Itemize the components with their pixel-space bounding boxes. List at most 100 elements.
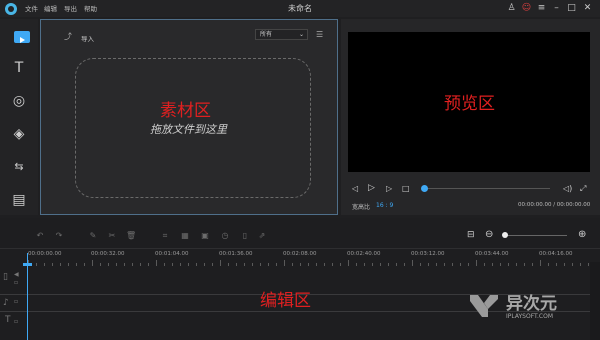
sidebar-item-elements[interactable]: ▤	[9, 192, 29, 208]
sidebar	[0, 19, 38, 215]
track-audio-icon[interactable]: ◀	[14, 271, 19, 278]
ruler-label: 00:03:12.00	[411, 251, 445, 257]
ruler-label: 00:00:32.00	[91, 251, 125, 257]
feedback-icon[interactable]: ☺	[520, 2, 533, 15]
ruler-tick	[548, 263, 549, 266]
stop-icon[interactable]: □	[402, 184, 410, 193]
maximize-icon[interactable]: □	[565, 2, 578, 15]
menu-icon[interactable]: ≡	[535, 2, 548, 15]
text-icon: T	[14, 60, 24, 76]
detach-icon[interactable]: ▯	[240, 231, 250, 241]
playhead-handle[interactable]	[23, 263, 32, 266]
ruler-label: 00:02:40.00	[347, 251, 381, 257]
preview-progress-handle[interactable]	[421, 185, 428, 192]
close-icon[interactable]: ✕	[581, 2, 594, 15]
ruler-tick	[332, 263, 333, 266]
zoom-handle[interactable]	[502, 232, 508, 238]
sidebar-item-filters[interactable]: ◎	[9, 93, 29, 109]
ruler-tick	[36, 263, 37, 266]
track-lock-icon[interactable]: ▫	[14, 298, 18, 305]
ruler-tick	[68, 263, 69, 266]
ruler-tick	[100, 263, 101, 266]
sidebar-item-text[interactable]: T	[9, 60, 29, 76]
list-view-icon[interactable]: ☰	[316, 30, 323, 39]
ruler-tick	[476, 260, 477, 266]
ruler-tick	[52, 263, 53, 266]
export-icon[interactable]: ⇗	[257, 231, 267, 241]
prev-frame-icon[interactable]: ◁	[352, 184, 358, 193]
ruler-tick	[44, 263, 45, 266]
edit-icon[interactable]: ✎	[88, 231, 98, 241]
preview-progress-track[interactable]	[425, 188, 550, 189]
ruler-tick	[300, 263, 301, 266]
ruler-tick	[260, 263, 261, 266]
speed-icon[interactable]: ◷	[220, 231, 230, 241]
ruler-tick	[556, 263, 557, 266]
import-icon[interactable]: ⤴	[64, 31, 72, 42]
preview-area-label: 预览区	[444, 94, 495, 114]
ruler-tick	[460, 263, 461, 266]
ruler-tick	[532, 263, 533, 266]
volume-icon[interactable]: ◁)	[563, 184, 572, 193]
ruler-tick	[340, 263, 341, 266]
ruler-tick	[108, 263, 109, 266]
crop-icon[interactable]: ⌗	[160, 231, 170, 241]
freeze-icon[interactable]: ▣	[200, 231, 210, 241]
redo-icon[interactable]: ↷	[54, 231, 64, 241]
zoom-in-icon[interactable]: ⊕	[578, 229, 586, 240]
ruler-tick	[484, 263, 485, 266]
ruler-tick	[188, 263, 189, 266]
sidebar-item-overlays[interactable]: ◈	[9, 126, 29, 142]
ruler-tick	[444, 263, 445, 266]
video-track-icon: ▯	[3, 272, 8, 282]
ruler-tick	[508, 263, 509, 266]
ruler-tick	[228, 263, 229, 266]
ruler-tick	[212, 263, 213, 266]
ruler-tick	[396, 263, 397, 266]
zoom-out-icon[interactable]: ⊖	[485, 229, 493, 240]
text-track-icon: T	[5, 315, 11, 325]
track-lock-icon[interactable]: ▫	[14, 279, 18, 286]
ruler-label: 00:01:36.00	[219, 251, 253, 257]
import-button[interactable]: 导入	[81, 33, 94, 43]
minimize-icon[interactable]: –	[550, 2, 563, 15]
track-lock-icon[interactable]: ▫	[14, 318, 18, 325]
cut-icon[interactable]: ✂	[107, 231, 117, 241]
play-button[interactable]: ▷	[368, 183, 375, 193]
aspect-ratio-value[interactable]: 16 : 9	[376, 202, 393, 209]
ruler-tick	[180, 263, 181, 266]
edit-area-label: 编辑区	[260, 291, 311, 311]
ruler-tick	[452, 263, 453, 266]
ruler-tick	[268, 263, 269, 266]
ruler-tick	[60, 263, 61, 266]
play-icon	[20, 37, 25, 43]
delete-icon[interactable]: 🗑	[126, 231, 136, 241]
fullscreen-icon[interactable]: ⤢	[580, 184, 586, 194]
zoom-slider[interactable]	[507, 235, 567, 236]
ruler-label: 00:02:08.00	[283, 251, 317, 257]
chevron-down-icon: ⌄	[298, 31, 304, 38]
ruler-tick	[292, 263, 293, 266]
ruler-tick	[84, 263, 85, 266]
transition-icon: ⇆	[14, 160, 24, 173]
ruler-label: 00:04:16.00	[539, 251, 573, 257]
filter-dropdown[interactable]: 所有 ⌄	[255, 29, 308, 40]
playhead[interactable]	[27, 253, 28, 340]
mosaic-icon[interactable]: ▦	[180, 231, 190, 241]
filters-icon: ◎	[12, 93, 26, 109]
ruler-tick	[276, 263, 277, 266]
ruler-tick	[252, 263, 253, 266]
timeline-scrollbar[interactable]	[590, 262, 600, 340]
next-frame-icon[interactable]: ▷	[386, 184, 392, 193]
ruler-tick	[324, 263, 325, 266]
ruler-tick	[348, 260, 349, 266]
ruler-tick	[580, 263, 581, 266]
drop-hint: 拖放文件到这里	[150, 123, 227, 136]
fit-icon[interactable]: ⊟	[467, 230, 475, 240]
sidebar-item-media[interactable]	[14, 31, 30, 43]
account-icon[interactable]: ♙	[505, 2, 518, 15]
sidebar-item-transitions[interactable]: ⇆	[9, 159, 29, 175]
undo-icon[interactable]: ↶	[35, 231, 45, 241]
ruler-tick	[116, 263, 117, 266]
ruler-tick	[380, 263, 381, 266]
